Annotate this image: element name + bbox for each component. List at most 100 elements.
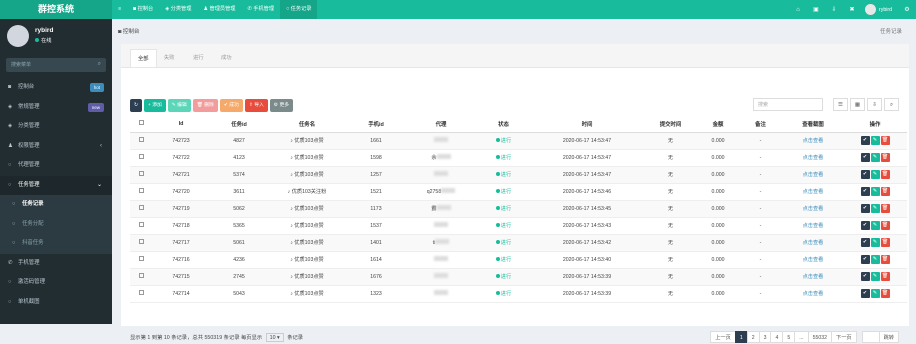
refresh-button[interactable]: ↻ (130, 99, 143, 112)
sidebar-item[interactable]: ✆ 手机管理 (0, 254, 112, 274)
sidebar-item[interactable]: ○ 单机截图 (0, 293, 112, 313)
user-avatar[interactable] (865, 4, 877, 15)
success-button[interactable]: ✔ 成功 (219, 99, 243, 112)
sidebar-item[interactable]: ○ 代理管理 (0, 156, 112, 176)
tab-1[interactable]: 失败 (157, 49, 182, 67)
edit-button[interactable]: ✎ 编辑 (167, 99, 191, 112)
view-screenshot-link[interactable]: 点击查看 (803, 291, 824, 297)
settings-icon[interactable]: ⚙ (898, 6, 916, 13)
view-screenshot-link[interactable]: 点击查看 (803, 206, 824, 212)
top-nav-item[interactable]: ✆ 手机管理 (241, 0, 280, 19)
page-size-select[interactable]: 10 ▾ (265, 333, 284, 342)
select-all-checkbox[interactable] (138, 120, 144, 126)
confirm-button[interactable]: ✔ (860, 272, 870, 281)
edit-row-button[interactable]: ✎ (870, 221, 880, 230)
delete-row-button[interactable]: 🗑 (880, 204, 890, 213)
row-checkbox[interactable] (138, 137, 144, 142)
page-button[interactable]: 上一页 (710, 331, 736, 343)
tab-0[interactable]: 全部 (130, 49, 157, 67)
edit-row-button[interactable]: ✎ (870, 204, 880, 213)
import-button[interactable]: ⇪ 导入 (244, 99, 268, 112)
edit-row-button[interactable]: ✎ (870, 289, 880, 298)
row-checkbox[interactable] (138, 273, 144, 278)
row-checkbox[interactable] (138, 239, 144, 244)
export-icon[interactable]: ⇩ (867, 98, 882, 111)
view-screenshot-link[interactable]: 点击查看 (803, 223, 824, 229)
page-jump-input[interactable] (861, 331, 880, 343)
row-checkbox[interactable] (138, 188, 144, 193)
edit-row-button[interactable]: ✎ (870, 136, 880, 145)
delete-row-button[interactable]: 🗑 (880, 221, 890, 230)
delete-row-button[interactable]: 🗑 (880, 187, 890, 196)
add-button[interactable]: + 添加 (144, 99, 166, 112)
edit-row-button[interactable]: ✎ (870, 272, 880, 281)
delete-row-button[interactable]: 🗑 (880, 136, 890, 145)
top-username[interactable]: rybird (879, 7, 892, 13)
confirm-button[interactable]: ✔ (860, 204, 870, 213)
edit-row-button[interactable]: ✎ (870, 170, 880, 179)
sidebar-item[interactable]: ○ 任务分配 (0, 214, 112, 234)
sidebar-item[interactable]: ♟ 权限管理 ‹ (0, 137, 112, 157)
breadcrumb-label[interactable]: 控制台 (123, 29, 140, 35)
confirm-button[interactable]: ✔ (860, 136, 870, 145)
view-screenshot-link[interactable]: 点击查看 (803, 240, 824, 246)
column-header[interactable] (130, 116, 152, 133)
sidebar-item[interactable]: ◈ 常规管理 new (0, 98, 112, 118)
download-icon[interactable]: ⇩ (825, 6, 843, 13)
delete-row-button[interactable]: 🗑 (880, 255, 890, 264)
delete-button[interactable]: 🗑 删除 (192, 99, 218, 112)
fullscreen-icon[interactable]: ✖ (843, 6, 861, 13)
confirm-button[interactable]: ✔ (860, 153, 870, 162)
table-search-input[interactable] (753, 98, 823, 111)
tab-2[interactable]: 进行 (186, 49, 211, 67)
delete-row-button[interactable]: 🗑 (880, 153, 890, 162)
view-screenshot-link[interactable]: 点击查看 (803, 189, 824, 195)
top-nav-item[interactable]: ◙ 控制台 (127, 0, 159, 19)
view-screenshot-link[interactable]: 点击查看 (803, 155, 824, 161)
advanced-search-icon[interactable]: ⌕ (884, 98, 899, 111)
row-checkbox[interactable] (138, 256, 144, 261)
view-screenshot-link[interactable]: 点击查看 (803, 138, 824, 144)
top-nav-item[interactable]: ♟ 管理员管理 (197, 0, 241, 19)
confirm-button[interactable]: ✔ (860, 289, 870, 298)
edit-row-button[interactable]: ✎ (870, 187, 880, 196)
confirm-button[interactable]: ✔ (860, 238, 870, 247)
toggle-view-icon[interactable]: ☰ (833, 98, 848, 111)
sidebar-search-input[interactable] (6, 58, 92, 72)
search-icon[interactable]: ⌕ (98, 61, 101, 68)
row-checkbox[interactable] (138, 205, 144, 210)
page-button[interactable]: ... (794, 331, 809, 343)
row-checkbox[interactable] (138, 154, 144, 159)
page-jump-button[interactable]: 跳转 (878, 331, 899, 343)
view-screenshot-link[interactable]: 点击查看 (803, 274, 824, 280)
more-button[interactable]: ⚙ 更多 (269, 99, 294, 112)
sidebar-item[interactable]: ○ 任务记录 (0, 195, 112, 215)
view-screenshot-link[interactable]: 点击查看 (803, 172, 824, 178)
top-nav-item[interactable]: ◈ 分类管理 (159, 0, 197, 19)
edit-row-button[interactable]: ✎ (870, 255, 880, 264)
page-button[interactable]: 55032 (807, 331, 833, 343)
view-screenshot-link[interactable]: 点击查看 (803, 257, 824, 263)
sidebar-item[interactable]: ◈ 分类管理 (0, 117, 112, 137)
columns-icon[interactable]: ▦ (850, 98, 865, 111)
home-icon[interactable]: ⌂ (789, 7, 807, 13)
delete-row-button[interactable]: 🗑 (880, 289, 890, 298)
top-nav-item[interactable]: ○ 任务记录 (280, 0, 318, 19)
delete-row-button[interactable]: 🗑 (880, 238, 890, 247)
top-nav-item[interactable]: ≡ (112, 0, 127, 19)
edit-row-button[interactable]: ✎ (870, 153, 880, 162)
sidebar-item[interactable]: ○ 抖音任务 (0, 234, 112, 254)
row-checkbox[interactable] (138, 290, 144, 295)
delete-row-button[interactable]: 🗑 (880, 272, 890, 281)
tab-3[interactable]: 成功 (214, 49, 239, 67)
row-checkbox[interactable] (138, 171, 144, 176)
edit-row-button[interactable]: ✎ (870, 238, 880, 247)
confirm-button[interactable]: ✔ (860, 255, 870, 264)
sidebar-item[interactable]: ◙ 控制台 hot (0, 78, 112, 98)
clear-cache-icon[interactable]: ▣ (807, 6, 825, 13)
brand-logo[interactable]: 群控系统 (0, 0, 112, 19)
confirm-button[interactable]: ✔ (860, 187, 870, 196)
confirm-button[interactable]: ✔ (860, 221, 870, 230)
delete-row-button[interactable]: 🗑 (880, 170, 890, 179)
sidebar-item[interactable]: ○ 任务管理 ⌄ (0, 175, 112, 195)
